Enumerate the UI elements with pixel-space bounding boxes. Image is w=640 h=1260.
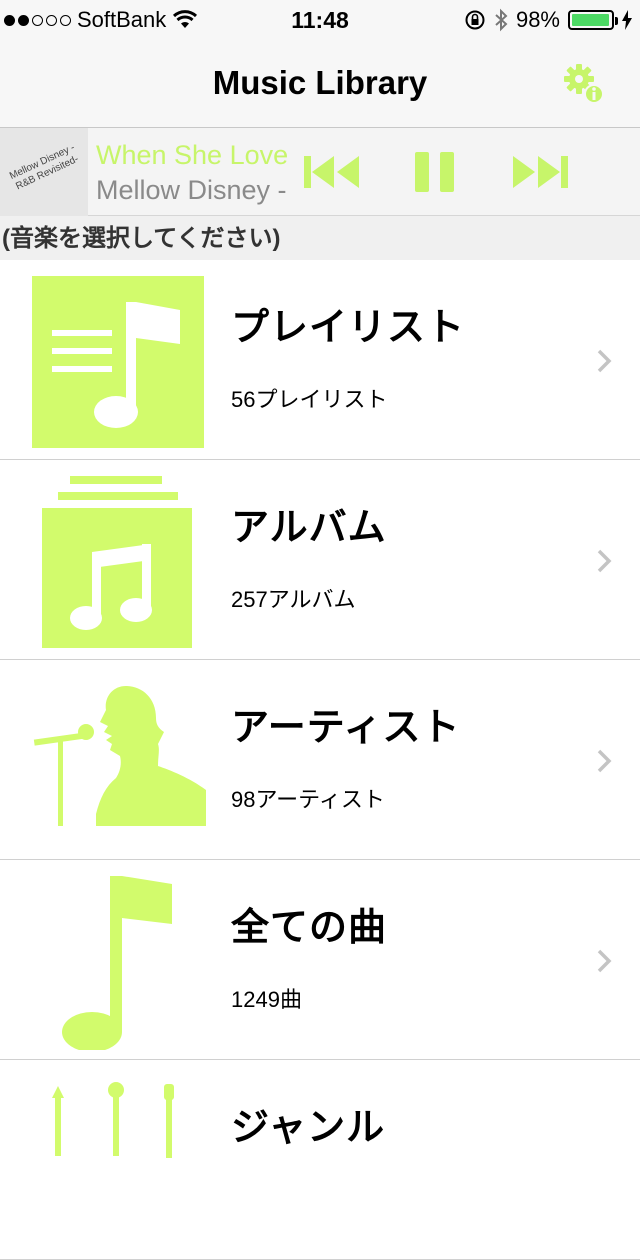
row-title: アーティスト <box>231 707 461 749</box>
album-icon <box>42 476 192 648</box>
chevron-right-icon <box>597 949 612 973</box>
now-playing-bar[interactable]: Mellow Disney - R&B Revisited- When She … <box>0 128 640 216</box>
playlist-icon <box>32 276 204 448</box>
list-item-albums[interactable]: アルバム 257アルバム <box>0 460 640 660</box>
charging-icon <box>622 10 632 30</box>
navigation-bar: Music Library <box>0 40 640 128</box>
list-item-artists[interactable]: アーティスト 98アーティスト <box>0 660 640 860</box>
list-item-playlists[interactable]: プレイリスト 56プレイリスト <box>0 260 640 460</box>
next-icon[interactable] <box>510 148 570 196</box>
album-artwork[interactable]: Mellow Disney - R&B Revisited- <box>0 128 88 216</box>
battery-percent: 98% <box>515 7 560 32</box>
artist-icon <box>33 686 206 826</box>
row-title: プレイリスト <box>231 307 466 349</box>
row-count: 257アルバム <box>231 587 356 612</box>
section-header: (音楽を選択してください) <box>0 216 640 260</box>
now-playing-artist: Mellow Disney - <box>96 175 287 205</box>
status-bar: SoftBank 11:48 98% <box>0 0 640 40</box>
rotation-lock-icon <box>465 10 485 30</box>
list-item-genres[interactable]: ジャンル <box>0 1060 640 1260</box>
chevron-right-icon <box>597 749 612 773</box>
status-right: 98% <box>464 7 632 33</box>
now-playing-title: When She Love <box>96 140 288 170</box>
song-icon <box>62 876 172 1050</box>
list-item-songs[interactable]: 全ての曲 1249曲 <box>0 860 640 1060</box>
previous-icon[interactable] <box>302 148 362 196</box>
chevron-right-icon <box>597 549 612 573</box>
row-title: 全ての曲 <box>231 907 388 949</box>
battery-icon <box>568 10 618 30</box>
row-title: ジャンル <box>231 1107 386 1149</box>
bluetooth-icon <box>495 8 508 32</box>
genre-icon <box>52 1082 174 1158</box>
category-list: プレイリスト 56プレイリスト アルバム 257アルバム アーティスト 98アー… <box>0 260 640 1260</box>
row-count: 1249曲 <box>231 987 302 1012</box>
row-count: 98アーティスト <box>231 787 385 812</box>
pause-icon[interactable] <box>412 148 460 196</box>
row-count: 56プレイリスト <box>231 387 388 412</box>
battery-level <box>572 14 610 26</box>
gear-info-icon <box>564 64 604 104</box>
chevron-right-icon <box>597 349 612 373</box>
page-title: Music Library <box>212 64 428 101</box>
now-playing-info[interactable]: When She Love Mellow Disney - <box>96 138 288 208</box>
settings-button[interactable] <box>562 62 606 106</box>
row-title: アルバム <box>231 507 387 549</box>
